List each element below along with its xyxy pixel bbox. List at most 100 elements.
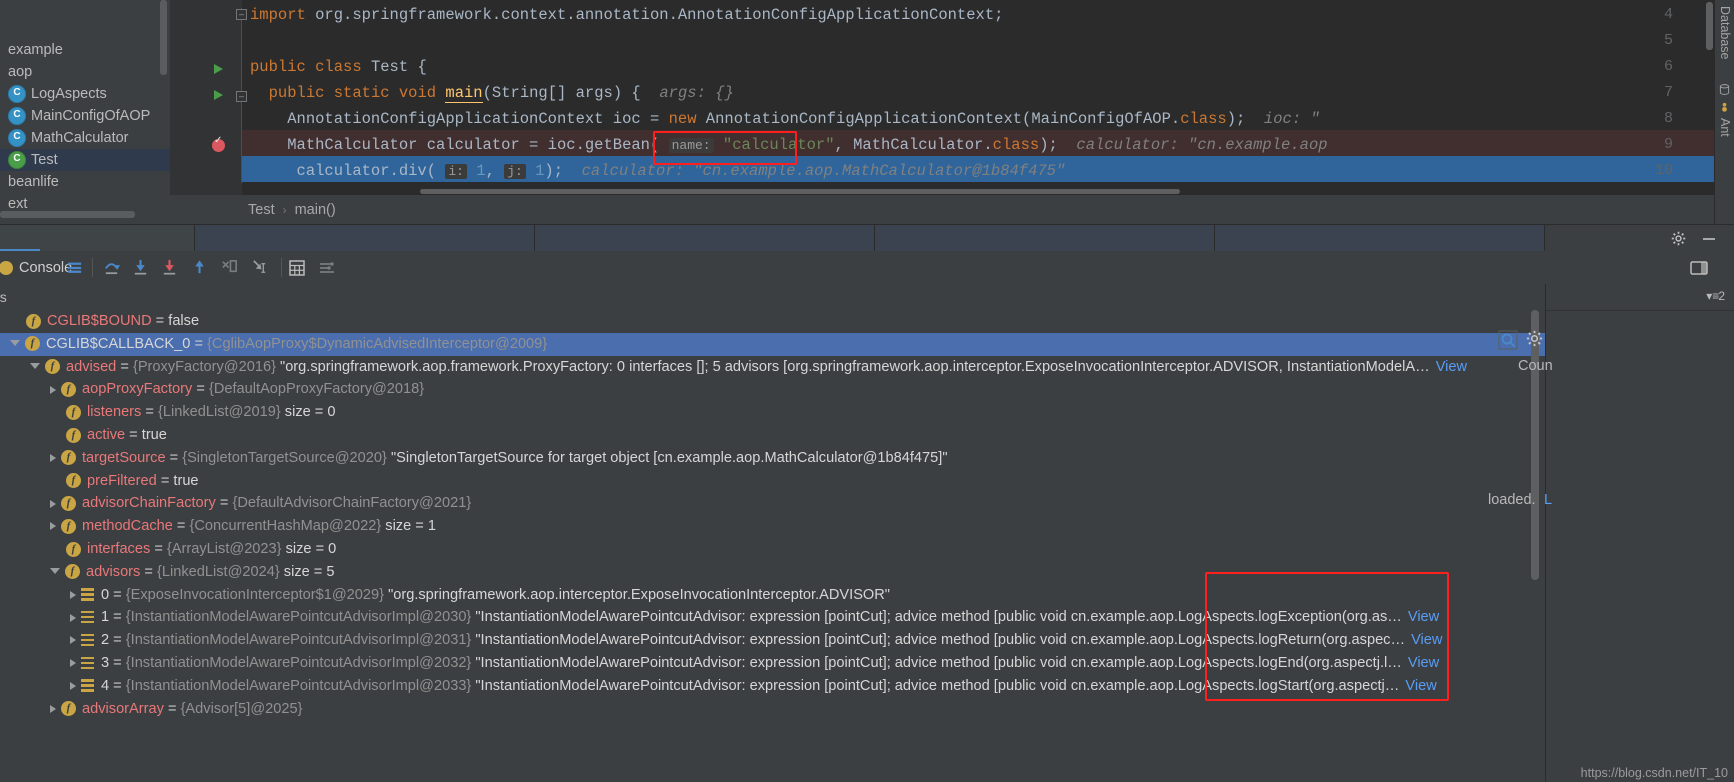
fold-method-icon[interactable]: – (236, 91, 247, 102)
project-tree-item[interactable]: MathCalculator (0, 127, 170, 149)
right-tool-window-bar[interactable]: Database Ant (1714, 0, 1734, 224)
chevron-right-icon[interactable] (70, 659, 76, 668)
variable-value: "InstantiationModelAwarePointcutAdvisor:… (475, 677, 1400, 694)
variable-row[interactable]: f CGLIB$BOUND = false (0, 310, 1545, 333)
panel-settings-button[interactable] (1526, 330, 1543, 350)
variable-row[interactable]: f advisors = {LinkedList@2024} size = 5 (0, 561, 1545, 584)
tool-window-header-strip (0, 224, 1734, 252)
loaded-status-link[interactable]: L (1544, 492, 1552, 508)
tool-window-database-label[interactable]: Database (1718, 6, 1732, 60)
variable-row[interactable]: f targetSource = {SingletonTargetSource@2… (0, 447, 1545, 470)
chevron-right-icon[interactable] (50, 499, 56, 508)
variable-row[interactable]: f listeners = {LinkedList@2019} size = 0 (0, 401, 1545, 424)
code-editor[interactable]: 4 5 6 7 8 9 10 – – import org.springfram… (170, 0, 1715, 195)
variable-name: CGLIB$CALLBACK_0 (46, 335, 191, 352)
strip-segment-variables[interactable] (195, 225, 535, 252)
project-tree-item[interactable]: beanlife (0, 171, 170, 193)
step-into-icon (134, 259, 147, 275)
variables-pane-header: es (0, 284, 1545, 311)
step-out-button[interactable] (190, 251, 209, 284)
variable-row[interactable]: f interfaces = {ArrayList@2023} size = 0 (0, 538, 1545, 561)
breadcrumb-method[interactable]: main() (295, 202, 336, 218)
variable-row[interactable]: 0 = {ExposeInvocationInterceptor$1@2029}… (0, 584, 1545, 607)
project-tree-item[interactable]: MainConfigOfAOP (0, 105, 170, 127)
variables-tree[interactable]: f CGLIB$BOUND = false f CGLIB$CALLBACK_0 = … (0, 310, 1545, 782)
evaluate-expression-button[interactable] (288, 251, 306, 284)
breadcrumb-class[interactable]: Test (248, 202, 275, 218)
run-to-cursor-button[interactable] (250, 251, 269, 284)
variable-row[interactable]: 3 = {InstantiationModelAwarePointcutAdvi… (0, 652, 1545, 675)
gear-icon[interactable] (1671, 231, 1686, 246)
view-value-link[interactable]: View (1411, 632, 1442, 648)
project-tree-item[interactable]: LogAspects (0, 83, 170, 105)
project-tree-item[interactable]: example (0, 39, 170, 61)
chevron-down-icon[interactable] (30, 362, 40, 369)
variable-name: CGLIB$BOUND (47, 313, 152, 329)
search-icon (1498, 330, 1518, 350)
variable-value: size = 1 (385, 518, 436, 535)
strip-segment-overhead[interactable] (875, 225, 1215, 252)
view-value-link[interactable]: View (1436, 359, 1467, 375)
editor-horizontal-scrollbar[interactable] (420, 189, 1180, 194)
restore-layout-button[interactable] (1690, 251, 1708, 284)
variables-vertical-scrollbar[interactable] (1531, 310, 1539, 580)
variable-row[interactable]: f advisorChainFactory = {DefaultAdvisorCh… (0, 492, 1545, 515)
field-icon: f (61, 518, 76, 534)
force-step-into-button[interactable] (160, 251, 179, 284)
variable-row[interactable]: f preFiltered = true (0, 470, 1545, 493)
variable-name: methodCache (82, 518, 173, 535)
chevron-right-icon[interactable] (70, 681, 76, 690)
view-value-link[interactable]: View (1408, 655, 1439, 671)
view-value-link[interactable]: View (1408, 609, 1439, 625)
project-tree-horizontal-scrollbar[interactable] (0, 211, 135, 218)
chevron-right-icon[interactable] (70, 636, 76, 645)
strip-segment-extra[interactable] (1215, 225, 1545, 252)
debugger-toolbar[interactable]: Console (0, 251, 1734, 285)
step-over-button[interactable] (102, 251, 121, 284)
project-tree-vertical-scrollbar[interactable] (160, 0, 167, 75)
chevron-right-icon[interactable] (70, 613, 76, 622)
tool-window-ant-label[interactable]: Ant (1718, 118, 1732, 137)
search-filter-button[interactable] (1498, 330, 1518, 353)
view-value-link[interactable]: View (1405, 678, 1436, 694)
strip-segment-watches[interactable] (535, 225, 875, 252)
breadcrumb[interactable]: Test › main() (170, 195, 1715, 224)
variable-row[interactable]: f CGLIB$CALLBACK_0 = {CglibAopProxy$Dynam… (0, 332, 1545, 356)
variable-row[interactable]: 2 = {InstantiationModelAwarePointcutAdvi… (0, 629, 1545, 652)
variable-value: size = 0 (285, 540, 337, 557)
run-method-gutter-icon[interactable] (214, 90, 223, 100)
chevron-right-icon[interactable] (50, 453, 56, 462)
chevron-right-icon[interactable] (50, 385, 56, 394)
variables-tab-label: es (0, 289, 7, 305)
variable-row[interactable]: 4 = {InstantiationModelAwarePointcutAdvi… (0, 675, 1545, 698)
tab-console[interactable]: Console (0, 251, 72, 284)
strip-segment-frames[interactable] (0, 225, 195, 252)
show-options-menu-button[interactable] (66, 251, 83, 284)
variable-row[interactable]: f active = true (0, 424, 1545, 447)
variable-row[interactable]: f advisorArray = {Advisor[5]@2025} (0, 698, 1545, 721)
fold-import-icon[interactable]: – (236, 9, 247, 20)
variable-row[interactable]: f advised = {ProxyFactory@2016} "org.spri… (0, 356, 1545, 379)
editor-gutter[interactable] (170, 0, 242, 195)
editor-vertical-scrollbar[interactable] (1706, 2, 1713, 50)
chevron-right-icon[interactable] (70, 590, 76, 599)
project-tree-item[interactable]: Test (0, 149, 170, 171)
variable-value: true (173, 472, 199, 489)
chevron-down-icon[interactable] (50, 567, 60, 574)
variable-equals: = (150, 540, 167, 557)
variable-row[interactable]: 1 = {InstantiationModelAwarePointcutAdvi… (0, 606, 1545, 629)
chevron-down-icon[interactable] (10, 339, 20, 346)
minimize-icon[interactable] (1702, 231, 1716, 245)
breakpoint-icon[interactable] (212, 135, 225, 152)
variable-row[interactable]: f methodCache = {ConcurrentHashMap@2022} … (0, 515, 1545, 538)
chevron-right-icon[interactable] (50, 704, 56, 713)
variable-row[interactable]: f aopProxyFactory = {DefaultAopProxyFacto… (0, 378, 1545, 401)
chevron-right-icon[interactable] (50, 522, 56, 531)
field-icon: f (26, 313, 41, 329)
run-class-gutter-icon[interactable] (214, 64, 223, 74)
project-tree-panel[interactable]: example aop LogAspects MainConfigOfAOP MathC… (0, 0, 170, 224)
project-tree-item[interactable]: aop (0, 61, 170, 83)
settings-sort-button[interactable] (318, 251, 336, 284)
step-into-button[interactable] (131, 251, 150, 284)
debugger-right-panel[interactable]: ▾≡2 Coun loaded. L (1488, 284, 1734, 782)
